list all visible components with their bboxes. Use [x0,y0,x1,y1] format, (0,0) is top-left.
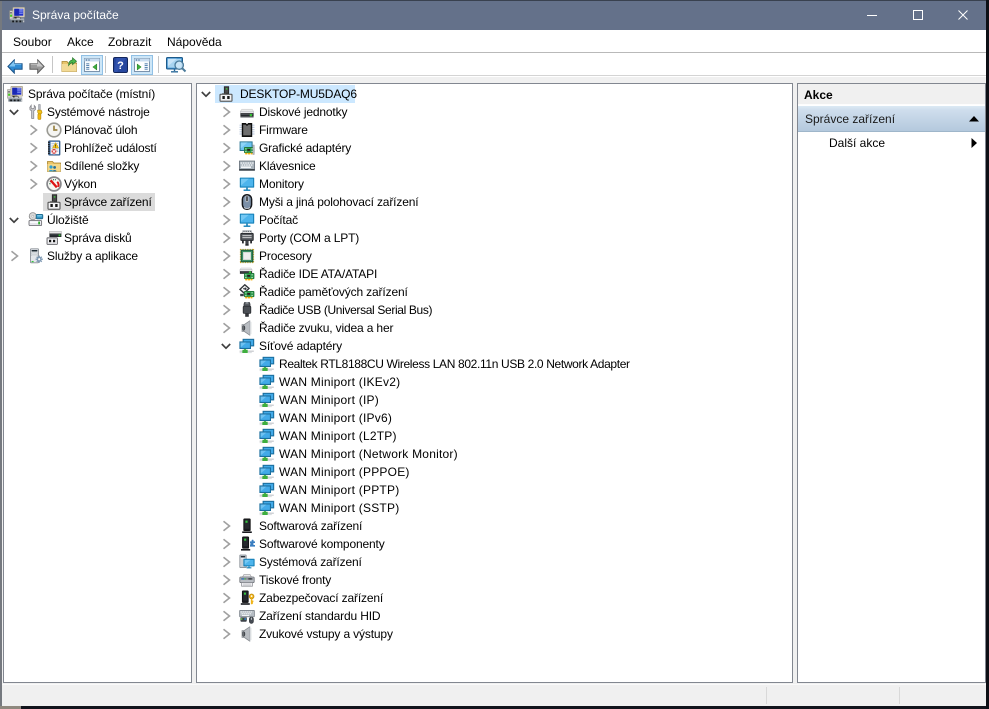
svg-text:?: ? [117,60,124,72]
